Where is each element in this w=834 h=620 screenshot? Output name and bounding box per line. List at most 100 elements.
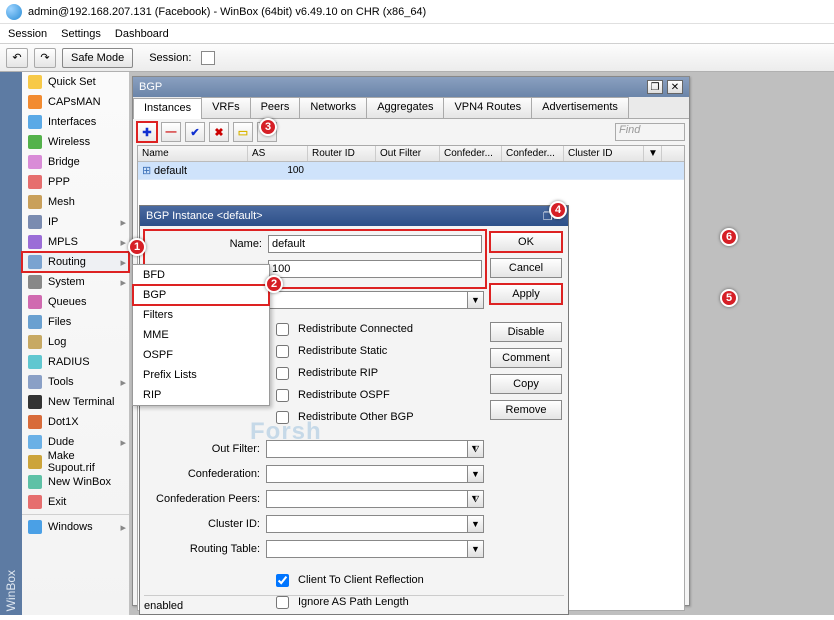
col-header[interactable]: AS	[248, 146, 308, 161]
out-filter-field[interactable]	[266, 440, 468, 458]
sidebar-item-files[interactable]: Files	[22, 312, 129, 332]
redistribute-other-bgp-checkbox[interactable]	[276, 411, 289, 424]
tab-instances[interactable]: Instances	[133, 98, 202, 119]
toolbar: ↶ ↷ Safe Mode Session:	[0, 44, 834, 72]
sidebar-item-quick-set[interactable]: Quick Set	[22, 72, 129, 92]
tab-networks[interactable]: Networks	[299, 97, 367, 118]
bgp-window-title[interactable]: BGP ❐ ✕	[133, 77, 689, 97]
col-header[interactable]: Name	[138, 146, 248, 161]
safe-mode-button[interactable]: Safe Mode	[62, 48, 133, 68]
disable-instance-button[interactable]: Disable	[490, 322, 562, 342]
forward-button[interactable]: ↷	[34, 48, 56, 68]
enable-button[interactable]: ✔	[185, 122, 205, 142]
tab-vrfs[interactable]: VRFs	[201, 97, 251, 118]
redistribute-connected-checkbox[interactable]	[276, 323, 289, 336]
submenu-item-ospf[interactable]: OSPF	[133, 345, 269, 365]
tab-peers[interactable]: Peers	[250, 97, 301, 118]
add-button[interactable]: ✚	[137, 122, 157, 142]
submenu-item-bfd[interactable]: BFD	[133, 265, 269, 285]
routing-submenu: BFDBGPFiltersMMEOSPFPrefix ListsRIP	[132, 264, 270, 406]
sidebar-item-ppp[interactable]: PPP	[22, 172, 129, 192]
cluster-id-field[interactable]	[266, 515, 468, 533]
table-row[interactable]: ⊞ default 100	[138, 162, 684, 180]
comment-button[interactable]: ▭	[233, 122, 253, 142]
confed-peers-drop-icon[interactable]: ⧨	[468, 490, 484, 508]
app-icon	[6, 4, 22, 20]
disable-button[interactable]: ✖	[209, 122, 229, 142]
submenu-item-rip[interactable]: RIP	[133, 385, 269, 405]
sidebar-item-mpls[interactable]: MPLS▸	[22, 232, 129, 252]
tab-advertisements[interactable]: Advertisements	[531, 97, 629, 118]
cancel-button[interactable]: Cancel	[490, 258, 562, 278]
cluster-id-drop-icon[interactable]: ▼	[468, 515, 484, 533]
sidebar-item-windows[interactable]: Windows▸	[22, 517, 129, 537]
submenu-item-prefix-lists[interactable]: Prefix Lists	[133, 365, 269, 385]
confederation-label: Confederation:	[146, 468, 266, 480]
menubar: Session Settings Dashboard	[0, 24, 834, 44]
remove-instance-button[interactable]: Remove	[490, 400, 562, 420]
sidebar-item-new-terminal[interactable]: New Terminal	[22, 392, 129, 412]
router-id-field[interactable]	[266, 291, 468, 309]
session-box[interactable]	[201, 51, 215, 65]
copy-button[interactable]: Copy	[490, 374, 562, 394]
sidebar-item-queues[interactable]: Queues	[22, 292, 129, 312]
sidebar-item-new-winbox[interactable]: New WinBox	[22, 472, 129, 492]
sidebar-item-dot1x[interactable]: Dot1X	[22, 412, 129, 432]
sidebar-item-radius[interactable]: RADIUS	[22, 352, 129, 372]
confed-drop-icon[interactable]: ▼	[468, 465, 484, 483]
confederation-field[interactable]	[266, 465, 468, 483]
sidebar-item-log[interactable]: Log	[22, 332, 129, 352]
instance-title[interactable]: BGP Instance <default> ❐ ✕	[140, 206, 568, 226]
sidebar-item-interfaces[interactable]: Interfaces	[22, 112, 129, 132]
redistribute-ospf-checkbox[interactable]	[276, 389, 289, 402]
submenu-item-mme[interactable]: MME	[133, 325, 269, 345]
bgp-close-icon[interactable]: ✕	[667, 80, 683, 94]
window-titlebar: admin@192.168.207.131 (Facebook) - WinBo…	[0, 0, 834, 24]
col-header[interactable]: Out Filter	[376, 146, 440, 161]
sidebar-item-make-supout.rif[interactable]: Make Supout.rif	[22, 452, 129, 472]
col-header[interactable]: Router ID	[308, 146, 376, 161]
remove-button[interactable]: —	[161, 122, 181, 142]
back-button[interactable]: ↶	[6, 48, 28, 68]
sidebar-item-dude[interactable]: Dude▸	[22, 432, 129, 452]
col-header[interactable]: Cluster ID	[564, 146, 644, 161]
redistribute-static-checkbox[interactable]	[276, 345, 289, 358]
vertical-strip: WinBox	[0, 72, 22, 615]
col-header[interactable]: Confeder...	[440, 146, 502, 161]
find-input[interactable]: Find	[615, 123, 685, 141]
menu-dashboard[interactable]: Dashboard	[115, 28, 169, 40]
window-title: admin@192.168.207.131 (Facebook) - WinBo…	[28, 6, 426, 18]
sidebar-item-ip[interactable]: IP▸	[22, 212, 129, 232]
menu-settings[interactable]: Settings	[61, 28, 101, 40]
col-header[interactable]: Confeder...	[502, 146, 564, 161]
badge-5: 5	[720, 289, 738, 307]
router-id-drop-icon[interactable]: ▼	[468, 291, 484, 309]
ok-button[interactable]: OK	[490, 232, 562, 252]
sidebar: Quick SetCAPsMANInterfacesWirelessBridge…	[22, 72, 130, 615]
redistribute-rip-checkbox[interactable]	[276, 367, 289, 380]
apply-button[interactable]: Apply	[490, 284, 562, 304]
confederation-peers-field[interactable]	[266, 490, 468, 508]
tab-vpn4-routes[interactable]: VPN4 Routes	[443, 97, 532, 118]
menu-session[interactable]: Session	[8, 28, 47, 40]
sidebar-item-wireless[interactable]: Wireless	[22, 132, 129, 152]
name-field[interactable]	[268, 235, 482, 253]
sidebar-item-bridge[interactable]: Bridge	[22, 152, 129, 172]
sidebar-item-system[interactable]: System▸	[22, 272, 129, 292]
sidebar-item-capsman[interactable]: CAPsMAN	[22, 92, 129, 112]
client-to-client-checkbox[interactable]	[276, 574, 289, 587]
out-filter-drop-icon[interactable]: ⧨	[468, 440, 484, 458]
sidebar-item-mesh[interactable]: Mesh	[22, 192, 129, 212]
sidebar-item-exit[interactable]: Exit	[22, 492, 129, 512]
as-field[interactable]	[268, 260, 482, 278]
sidebar-item-routing[interactable]: Routing▸	[22, 252, 129, 272]
submenu-item-bgp[interactable]: BGP	[133, 285, 269, 305]
comment-instance-button[interactable]: Comment	[490, 348, 562, 368]
bgp-restore-icon[interactable]: ❐	[647, 80, 663, 94]
routing-table-field[interactable]	[266, 540, 468, 558]
submenu-item-filters[interactable]: Filters	[133, 305, 269, 325]
sidebar-item-tools[interactable]: Tools▸	[22, 372, 129, 392]
col-menu-icon[interactable]: ▼	[644, 146, 662, 161]
routing-table-drop-icon[interactable]: ▼	[468, 540, 484, 558]
tab-aggregates[interactable]: Aggregates	[366, 97, 444, 118]
